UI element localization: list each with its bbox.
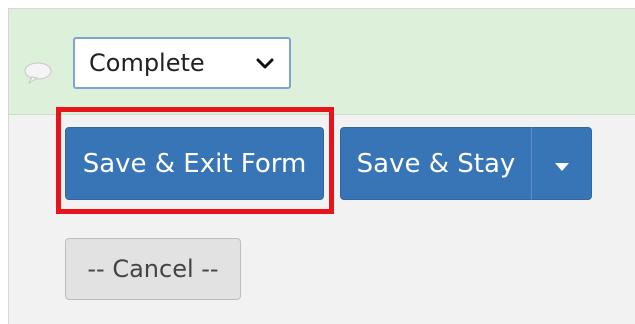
save-exit-form-label: Save & Exit Form [82,148,307,179]
comment-bubble-icon[interactable] [23,61,53,85]
save-exit-form-button[interactable]: Save & Exit Form [65,127,324,200]
cancel-label: -- Cancel -- [87,255,219,283]
form-status-row: Complete [9,9,635,115]
form-status-value: Complete [89,49,205,77]
cancel-button[interactable]: -- Cancel -- [65,238,241,300]
save-stay-label: Save & Stay [356,148,516,179]
save-options-dropdown-toggle[interactable] [531,127,592,200]
chevron-down-icon [255,49,275,77]
form-status-select[interactable]: Complete [73,37,291,89]
save-stay-button[interactable]: Save & Stay [340,127,532,200]
caret-down-icon [554,149,570,179]
